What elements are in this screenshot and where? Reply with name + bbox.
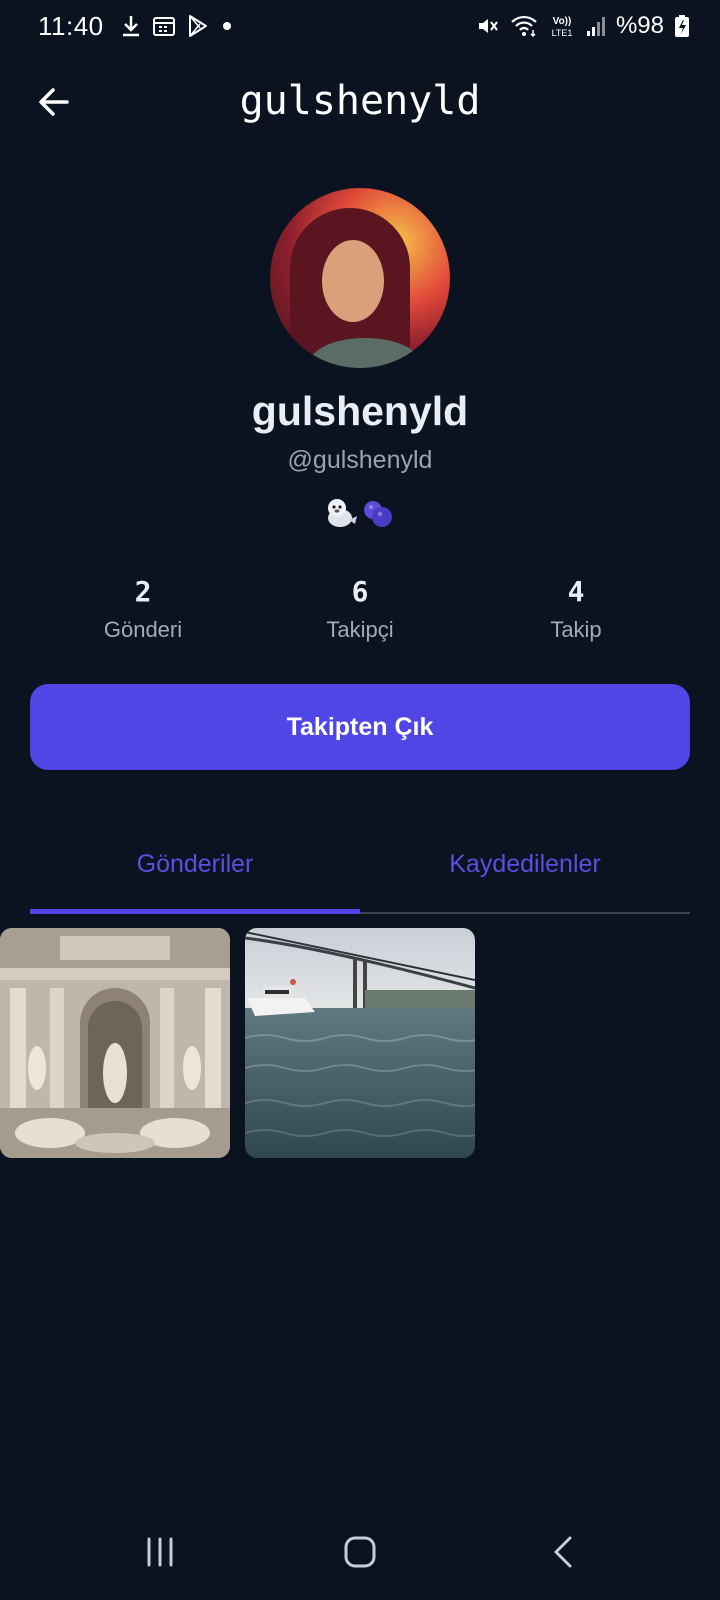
signal-icon xyxy=(586,15,606,37)
bio-emojis xyxy=(0,496,720,535)
system-nav-bar xyxy=(0,1500,720,1600)
stat-posts[interactable]: 2 Gönderi xyxy=(43,575,243,643)
system-back-button[interactable] xyxy=(523,1526,603,1582)
tab-active-indicator xyxy=(30,909,360,914)
header: gulshenyld xyxy=(0,70,720,140)
dot-icon xyxy=(220,19,234,33)
stat-following-label: Takip xyxy=(550,617,602,642)
profile-tabs: Gönderiler Kaydedilenler xyxy=(30,840,690,914)
calendar-icon xyxy=(152,15,176,37)
recent-apps-button[interactable] xyxy=(120,1526,200,1582)
stat-following-value: 4 xyxy=(567,575,585,608)
post-trevi-fountain[interactable] xyxy=(0,928,230,1158)
wifi-icon xyxy=(510,14,538,38)
back-icon xyxy=(550,1535,576,1574)
mute-icon xyxy=(476,14,500,38)
battery-charging-icon xyxy=(674,14,690,38)
profile-stats: 2 Gönderi 6 Takipçi 4 Takip xyxy=(0,575,720,655)
status-left: 11:40 xyxy=(38,11,234,42)
post-bosphorus-bridge[interactable] xyxy=(245,928,475,1158)
battery-percent: %98 xyxy=(615,12,664,39)
recent-apps-icon xyxy=(143,1536,177,1573)
status-right: Vo)) LTE1 %98 xyxy=(476,12,690,40)
seal-emoji-icon xyxy=(325,496,359,535)
page-title: gulshenyld xyxy=(239,78,481,124)
stat-posts-label: Gönderi xyxy=(103,617,183,642)
stat-followers-label: Takipçi xyxy=(326,617,394,642)
volte-icon: Vo)) LTE1 xyxy=(548,13,576,39)
svg-text:LTE1: LTE1 xyxy=(552,28,573,38)
download-icon xyxy=(120,14,142,38)
stat-following[interactable]: 4 Takip xyxy=(476,575,676,643)
user-handle: @gulshenyld xyxy=(287,446,433,474)
status-bar: 11:40 Vo)) LTE1 %98 xyxy=(0,0,720,52)
svg-text:Vo)): Vo)) xyxy=(553,16,572,27)
display-name: gulshenyld xyxy=(251,388,469,434)
home-icon xyxy=(343,1535,377,1574)
stat-posts-value: 2 xyxy=(134,575,152,608)
home-button[interactable] xyxy=(320,1526,400,1582)
tab-posts[interactable]: Gönderiler xyxy=(30,840,360,912)
avatar-face xyxy=(322,240,384,322)
stat-followers[interactable]: 6 Takipçi xyxy=(260,575,460,643)
unfollow-button[interactable]: Takipten Çık xyxy=(30,684,690,770)
stat-followers-value: 6 xyxy=(351,575,369,608)
avatar[interactable] xyxy=(270,188,450,368)
play-store-icon xyxy=(186,14,210,38)
tab-saved[interactable]: Kaydedilenler xyxy=(360,840,690,912)
status-time: 11:40 xyxy=(38,10,104,41)
blueberries-emoji-icon xyxy=(361,496,395,535)
